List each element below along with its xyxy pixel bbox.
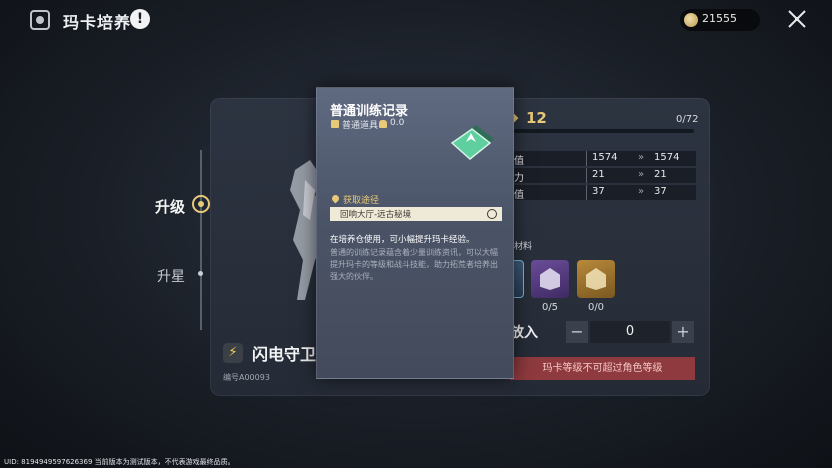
- source-label: 获取途径: [343, 196, 380, 206]
- tab-indicator: [198, 271, 203, 276]
- exp-bar: [514, 129, 694, 133]
- stat-next: 1574: [654, 152, 680, 163]
- material-slot[interactable]: [577, 260, 615, 298]
- training-record-icon: [450, 125, 494, 160]
- tab-rail: [200, 150, 202, 330]
- info-icon[interactable]: !: [130, 9, 150, 29]
- material-slot[interactable]: [531, 260, 569, 298]
- item-type: 普通道具: [342, 121, 379, 131]
- uid-footer: UID: 8194949597626369 当前版本为测试版本，不代表游戏最终品…: [4, 458, 235, 466]
- quantity-field[interactable]: 0: [590, 321, 670, 343]
- lightning-icon: ⚡: [223, 343, 243, 363]
- stat-next: 37: [654, 186, 667, 197]
- stat-label: 值: [514, 190, 524, 201]
- location-pin-icon: [330, 193, 341, 204]
- stat-row: 值 1574 » 1574: [514, 151, 696, 167]
- item-weight: 0.0: [390, 118, 405, 128]
- page-title: 玛卡培养: [63, 13, 132, 32]
- currency-display: 21555: [680, 9, 760, 31]
- item-tooltip: 普通训练记录 普通道具 0.0 获取途径 回响大厅-远古秘境 在培养仓使用，可小…: [316, 87, 514, 379]
- stat-row: 值 37 » 37: [514, 185, 696, 201]
- close-icon: [788, 10, 806, 28]
- stat-next: 21: [654, 169, 667, 180]
- material-count: 0/5: [541, 302, 559, 313]
- material-count: 0/0: [587, 302, 605, 313]
- increase-button[interactable]: +: [672, 321, 694, 343]
- close-button[interactable]: [786, 8, 808, 30]
- stat-label: 力: [514, 173, 524, 184]
- exp-progress: 0/72: [676, 114, 699, 125]
- stat-label: 值: [514, 156, 524, 167]
- arrow-icon: »: [638, 152, 645, 163]
- stat-current: 21: [592, 169, 605, 180]
- arrow-icon: »: [638, 186, 645, 197]
- source-text: 回响大厅-远古秘境: [340, 210, 412, 220]
- level-cap-warning[interactable]: 玛卡等级不可超过角色等级: [510, 357, 695, 380]
- coin-icon: [684, 13, 698, 27]
- decrease-button[interactable]: −: [566, 321, 588, 343]
- stat-row: 力 21 » 21: [514, 168, 696, 184]
- stat-current: 37: [592, 186, 605, 197]
- menu-icon[interactable]: [30, 10, 50, 30]
- weight-icon: [379, 120, 387, 128]
- upgrade-item-icon: [540, 268, 560, 290]
- stat-current: 1574: [592, 152, 618, 163]
- materials-label: 材料: [514, 242, 533, 252]
- card-level: 12: [526, 109, 547, 127]
- item-title: 普通训练记录: [330, 104, 409, 119]
- item-usage: 在培养仓使用，可小幅提升玛卡经验。: [330, 235, 475, 245]
- tab-star[interactable]: 升星: [157, 266, 185, 286]
- tab-selected-indicator: [192, 195, 210, 213]
- put-in-label: 放入: [510, 325, 538, 341]
- navigate-icon[interactable]: [487, 209, 497, 219]
- item-description: 普通的训练记录蕴含着少量训练资讯，可以大幅提升玛卡的等级和战斗技能，助力拓荒者培…: [330, 248, 498, 281]
- source-link[interactable]: 回响大厅-远古秘境: [330, 207, 502, 221]
- currency-amount: 21555: [702, 12, 737, 25]
- item-type-icon: [331, 120, 339, 128]
- tab-upgrade[interactable]: 升级: [155, 196, 185, 217]
- arrow-icon: »: [638, 169, 645, 180]
- card-id: 编号A00093: [223, 373, 270, 382]
- upgrade-item-icon: [586, 268, 606, 290]
